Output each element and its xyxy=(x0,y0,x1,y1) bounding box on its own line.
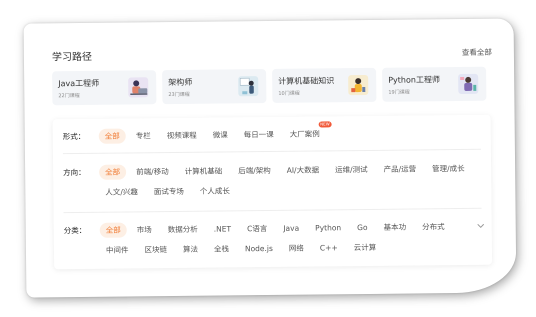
path-card-python[interactable]: Python工程师 19门课程 xyxy=(382,66,487,102)
chip-category-distributed[interactable]: 分布式 xyxy=(416,219,451,234)
chip-direction-management[interactable]: 管理/成长 xyxy=(426,161,471,176)
path-count: 10门课程 xyxy=(278,90,300,97)
filter-panel: 形式： 全部 专栏 视频课程 微课 每日一课 大厂案例 NEW 方向： 全部 前端… xyxy=(52,114,493,270)
chip-direction-ops[interactable]: 运维/测试 xyxy=(329,162,374,177)
chip-direction-all[interactable]: 全部 xyxy=(99,164,127,180)
filter-row-form: 形式： 全部 专栏 视频课程 微课 每日一课 大厂案例 NEW xyxy=(62,121,481,144)
chip-form-micro[interactable]: 微课 xyxy=(207,127,234,142)
chip-category-c[interactable]: C语言 xyxy=(241,221,273,236)
path-name: Python工程师 xyxy=(388,75,440,85)
chip-category-nodejs[interactable]: Node.js xyxy=(239,241,279,256)
chip-direction-cs[interactable]: 计算机基础 xyxy=(179,163,229,179)
path-count: 23门课程 xyxy=(168,91,190,99)
divider xyxy=(63,207,482,214)
path-card-cs-basics[interactable]: 计算机基础知识 10门课程 xyxy=(272,67,377,103)
chip-form-daily[interactable]: 每日一课 xyxy=(238,127,280,142)
chip-category-cloud[interactable]: 云计算 xyxy=(348,240,383,255)
path-card-architect[interactable]: 架构师 23门课程 xyxy=(162,69,267,105)
path-list: Java工程师 22门课程 架构师 23门课程 计算机基础知识 10门课程 Py… xyxy=(52,66,487,106)
path-name: 架构师 xyxy=(168,77,193,88)
chip-direction-ai[interactable]: AI/大数据 xyxy=(281,162,326,177)
chip-form-column[interactable]: 专栏 xyxy=(130,128,157,143)
path-name: Java工程师 xyxy=(58,78,100,89)
chip-direction-interview[interactable]: 面试专场 xyxy=(148,184,190,199)
chip-category-java[interactable]: Java xyxy=(277,221,305,236)
chip-category-data-analysis[interactable]: 数据分析 xyxy=(162,222,204,237)
section-title: 学习路径 xyxy=(51,51,92,64)
chip-category-algorithm[interactable]: 算法 xyxy=(177,242,204,257)
chip-label: 大厂案例 xyxy=(289,129,320,139)
new-badge: NEW xyxy=(318,121,332,128)
chip-category-fundamentals[interactable]: 基本功 xyxy=(377,220,412,235)
filter-label-direction: 方向： xyxy=(63,167,86,178)
chip-form-cases[interactable]: 大厂案例 NEW xyxy=(284,121,332,141)
chip-direction-backend[interactable]: 后端/架构 xyxy=(232,163,277,178)
chip-category-market[interactable]: 市场 xyxy=(131,222,158,237)
chip-direction-product[interactable]: 产品/运营 xyxy=(378,161,423,176)
path-card-java[interactable]: Java工程师 22门课程 xyxy=(52,70,157,106)
chip-category-go[interactable]: Go xyxy=(351,220,374,235)
chip-category-blockchain[interactable]: 区块链 xyxy=(138,242,173,257)
path-name: 计算机基础知识 xyxy=(278,76,335,86)
computer-basics-icon xyxy=(348,74,369,96)
filter-row-category: 分类： 全部 市场 数据分析 .NET C语言 Java Python Go 基… xyxy=(64,219,482,258)
chip-form-all[interactable]: 全部 xyxy=(98,128,126,144)
view-all-link[interactable]: 查看全部 xyxy=(462,47,492,58)
filter-items-form: 全部 专栏 视频课程 微课 每日一课 大厂案例 NEW xyxy=(98,121,332,144)
filter-items-category: 全部 市场 数据分析 .NET C语言 Java Python Go 基本功 分… xyxy=(99,219,482,258)
python-developer-icon xyxy=(458,73,479,94)
path-count: 22门课程 xyxy=(58,92,80,100)
divider xyxy=(62,148,481,155)
chip-category-dotnet[interactable]: .NET xyxy=(208,221,237,236)
chip-category-all[interactable]: 全部 xyxy=(99,222,127,238)
chip-direction-growth[interactable]: 个人成长 xyxy=(194,183,236,198)
filter-label-form: 形式： xyxy=(62,131,86,142)
chip-category-fullstack[interactable]: 全栈 xyxy=(208,241,235,256)
chip-category-python[interactable]: Python xyxy=(309,220,347,235)
developer-laptop-icon xyxy=(128,77,149,98)
chip-category-cpp[interactable]: C++ xyxy=(314,240,344,255)
architect-whiteboard-icon xyxy=(238,76,259,97)
path-count: 19门课程 xyxy=(388,89,410,96)
chevron-down-icon[interactable] xyxy=(476,221,486,231)
learning-path-card: 学习路径 查看全部 Java工程师 22门课程 架构师 23门课程 计算机基础知… xyxy=(23,18,517,298)
chip-direction-humanities[interactable]: 人文/兴趣 xyxy=(99,184,144,199)
chip-direction-frontend[interactable]: 前端/移动 xyxy=(130,164,175,179)
chip-form-video[interactable]: 视频课程 xyxy=(161,128,203,143)
chip-category-network[interactable]: 网络 xyxy=(283,241,310,256)
filter-items-direction: 全部 前端/移动 计算机基础 后端/架构 AI/大数据 运维/测试 产品/运营 … xyxy=(99,161,481,200)
filter-label-category: 分类： xyxy=(63,225,87,236)
chip-category-middleware[interactable]: 中间件 xyxy=(100,242,135,257)
filter-row-direction: 方向： 全部 前端/移动 计算机基础 后端/架构 AI/大数据 运维/测试 产品… xyxy=(63,161,481,200)
